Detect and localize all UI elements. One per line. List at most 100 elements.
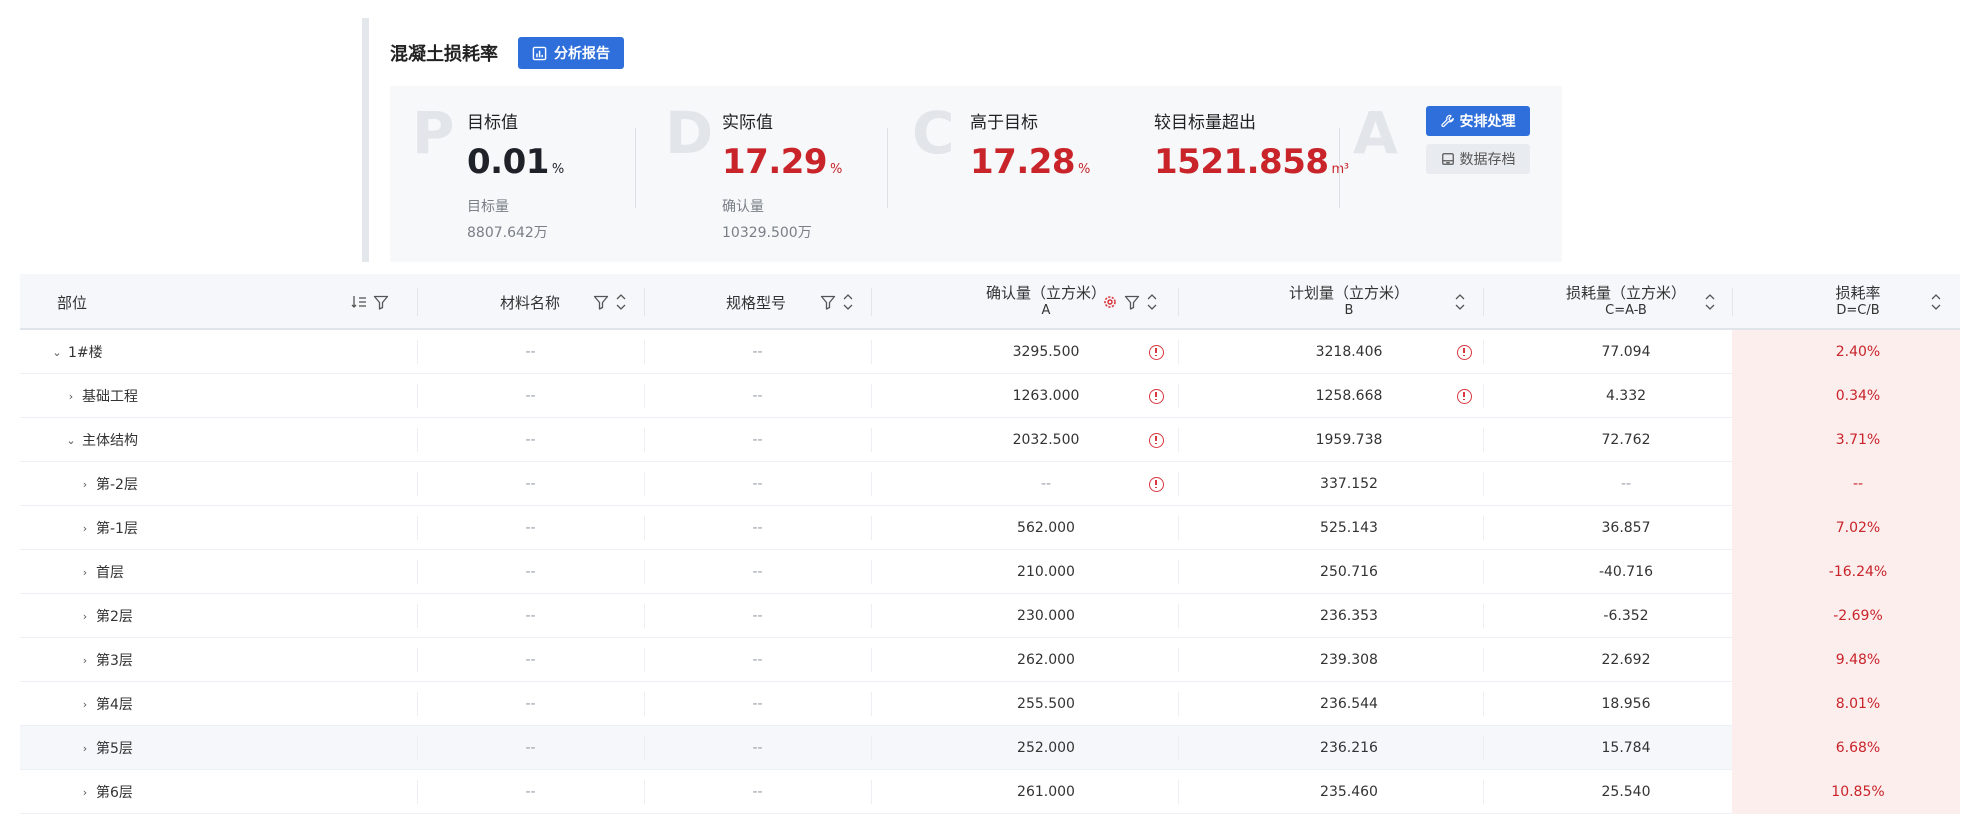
table-row[interactable]: › 首层 -- -- 210.000 250.716 -40.716 -16.24% [20, 550, 1960, 594]
confirmed-cell: 255.500 [1017, 696, 1075, 712]
header-separator [1178, 288, 1179, 316]
col-part-label: 部位 [57, 293, 88, 312]
material-cell: -- [525, 344, 536, 360]
table-row[interactable]: › 第3层 -- -- 262.000 239.308 22.692 9.48% [20, 638, 1960, 682]
sort-icon[interactable] [1146, 293, 1158, 311]
warning-icon[interactable] [1457, 345, 1472, 360]
loss-cell: 4.332 [1605, 388, 1647, 404]
rate-cell: 2.40% [1835, 344, 1881, 360]
part-cell: ⌄ 1#楼 [50, 330, 102, 374]
chevron-down-icon[interactable]: ⌄ [64, 434, 78, 447]
warning-icon[interactable] [1149, 345, 1164, 360]
col-plan-label: 计划量（立方米） [1288, 284, 1409, 302]
confirmed-cell: 1263.000 [1012, 388, 1080, 404]
loss-cell: 36.857 [1601, 520, 1651, 536]
table-row[interactable]: ⌄ 主体结构 -- -- 2032.500 1959.738 72.762 3.71% [20, 418, 1960, 462]
sort-list-icon[interactable] [351, 295, 367, 309]
loss-cell: 18.956 [1601, 696, 1651, 712]
warning-icon[interactable] [1457, 389, 1472, 404]
chevron-right-icon[interactable]: › [64, 390, 78, 403]
chevron-right-icon[interactable]: › [78, 742, 92, 755]
filter-icon[interactable] [373, 295, 389, 310]
part-cell: › 第5层 [78, 726, 133, 770]
part-cell: › 第4层 [78, 682, 133, 726]
chevron-right-icon[interactable]: › [78, 522, 92, 535]
chevron-right-icon[interactable]: › [78, 786, 92, 799]
filter-icon[interactable] [820, 295, 836, 310]
stat-target: P 目标值 0.01% 目标量 8807.642万 [390, 86, 640, 262]
cell-separator [1483, 648, 1484, 672]
table-row[interactable]: › 第4层 -- -- 255.500 236.544 18.956 8.01% [20, 682, 1960, 726]
confirmed-cell: 562.000 [1017, 520, 1075, 536]
part-cell: › 基础工程 [64, 374, 138, 418]
cell-separator [871, 648, 872, 672]
plan-cell: 236.216 [1320, 740, 1378, 756]
part-cell: › 第-1层 [78, 506, 138, 550]
part-label: 基础工程 [82, 389, 138, 405]
cell-separator [871, 604, 872, 628]
analysis-report-button[interactable]: 分析报告 [518, 37, 624, 69]
chevron-down-icon[interactable]: ⌄ [50, 346, 64, 359]
stat-excess-value: 1521.858m³ [1154, 142, 1349, 182]
header-separator [1483, 288, 1484, 316]
rate-cell: 0.34% [1835, 388, 1881, 404]
col-plan: 计划量（立方米） B [1263, 274, 1435, 330]
table-row[interactable]: › 第2层 -- -- 230.000 236.353 -6.352 -2.69% [20, 594, 1960, 638]
table-row[interactable]: › 第6层 -- -- 261.000 235.460 25.540 10.85% [20, 770, 1960, 814]
material-cell: -- [525, 432, 536, 448]
cell-separator [1178, 692, 1179, 716]
panel-header: 混凝土损耗率 分析报告 [390, 36, 624, 70]
part-label: 第6层 [96, 785, 133, 801]
table-row[interactable]: › 基础工程 -- -- 1263.000 1258.668 4.332 0.34% [20, 374, 1960, 418]
rate-cell: 9.48% [1835, 652, 1881, 668]
spec-cell: -- [752, 784, 763, 800]
col-loss-tools [1704, 274, 1716, 330]
settings-gear-icon[interactable] [1102, 294, 1118, 310]
sort-icon[interactable] [615, 293, 627, 311]
arrange-handle-button[interactable]: 安排处理 [1426, 106, 1530, 136]
filter-icon[interactable] [1124, 295, 1140, 310]
chevron-right-icon[interactable]: › [78, 610, 92, 623]
stat-actual-number: 17.29 [722, 142, 828, 182]
chevron-right-icon[interactable]: › [78, 478, 92, 491]
stat-above-label: 高于目标 [970, 113, 1038, 133]
cell-separator [1178, 384, 1179, 408]
chevron-right-icon[interactable]: › [78, 698, 92, 711]
sort-icon[interactable] [1704, 293, 1716, 311]
stat-divider [1339, 128, 1340, 208]
table-row[interactable]: ⌄ 1#楼 -- -- 3295.500 3218.406 77.094 2.40% [20, 330, 1960, 374]
table-row[interactable]: › 第5层 -- -- 252.000 236.216 15.784 6.68% [20, 726, 1960, 770]
loss-cell: 22.692 [1601, 652, 1651, 668]
cell-separator [1178, 560, 1179, 584]
warning-icon[interactable] [1149, 477, 1164, 492]
table-row[interactable]: › 第-1层 -- -- 562.000 525.143 36.857 7.02% [20, 506, 1960, 550]
col-part-tools [351, 274, 389, 330]
rate-cell: 3.71% [1835, 432, 1881, 448]
sort-icon[interactable] [842, 293, 854, 311]
chevron-right-icon[interactable]: › [78, 566, 92, 579]
cell-separator [1483, 428, 1484, 452]
stat-actual-label: 实际值 [722, 113, 773, 133]
table-header: 部位 材料名称 规格型号 确认量（立方米） A 计划量（立方米） B 损耗量（立… [20, 274, 1960, 330]
spec-cell: -- [752, 608, 763, 624]
warning-icon[interactable] [1149, 433, 1164, 448]
table-row[interactable]: › 第-2层 -- -- -- 337.152 -- -- [20, 462, 1960, 506]
plan-cell: 239.308 [1320, 652, 1378, 668]
sort-icon[interactable] [1454, 293, 1466, 311]
stat-actual-value: 17.29% [722, 142, 842, 182]
cell-separator [1178, 780, 1179, 804]
spec-cell: -- [752, 520, 763, 536]
loss-cell: 77.094 [1601, 344, 1651, 360]
stat-letter-a: A [1353, 99, 1398, 167]
sort-icon[interactable] [1930, 293, 1942, 311]
cell-separator [1483, 604, 1484, 628]
col-confirmed-tools [1102, 274, 1158, 330]
filter-icon[interactable] [593, 295, 609, 310]
material-cell: -- [525, 388, 536, 404]
stat-excess-number: 1521.858 [1154, 142, 1329, 182]
data-archive-button[interactable]: 数据存档 [1426, 144, 1530, 174]
chevron-right-icon[interactable]: › [78, 654, 92, 667]
warning-icon[interactable] [1149, 389, 1164, 404]
archive-icon [1441, 153, 1454, 165]
col-spec: 规格型号 [726, 274, 786, 330]
